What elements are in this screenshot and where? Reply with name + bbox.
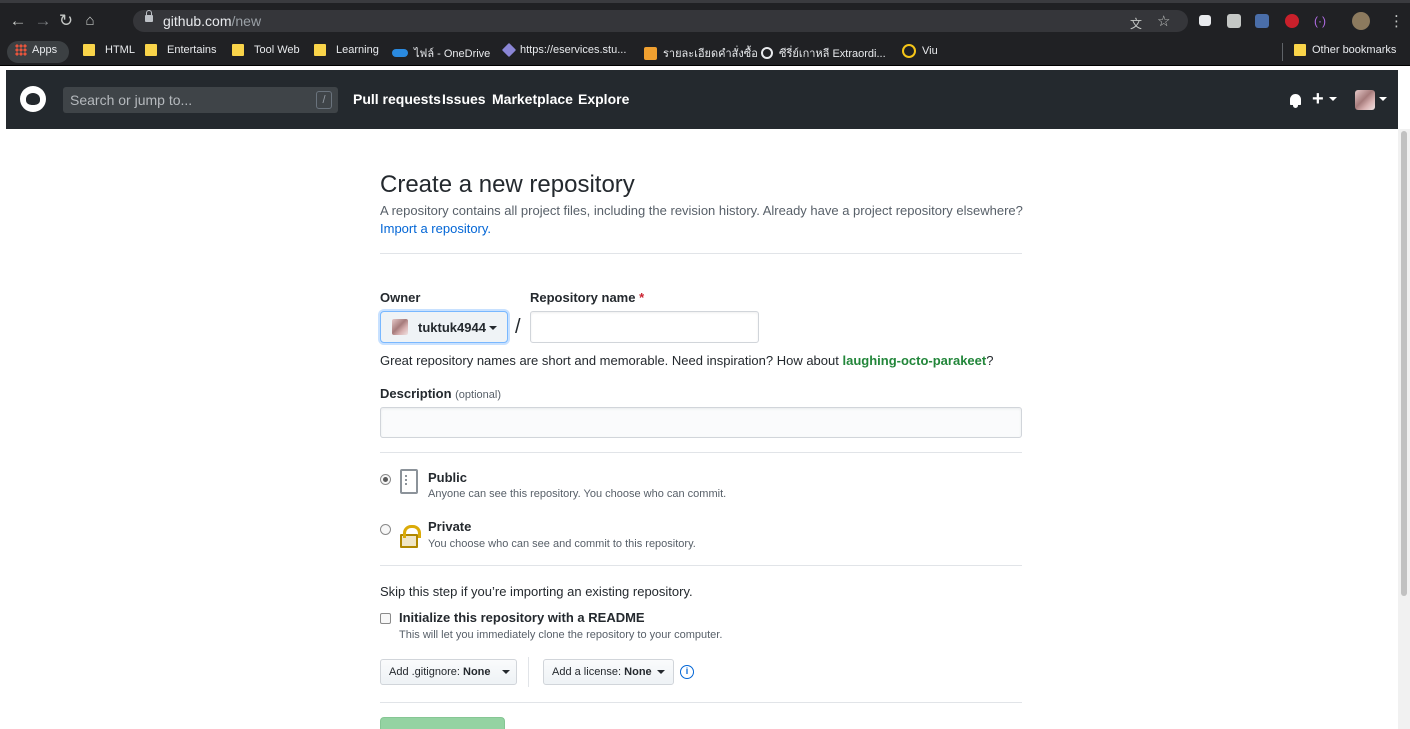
bookmark-entertains[interactable]: Entertains (145, 44, 217, 56)
info-icon[interactable]: i (680, 665, 694, 679)
divider (380, 702, 1022, 703)
menu-icon[interactable]: ⋮ (1389, 12, 1404, 30)
diamond-icon (501, 42, 517, 58)
shop-icon (644, 46, 657, 60)
facebook-extension-icon[interactable] (1255, 14, 1269, 28)
description-input[interactable] (380, 407, 1022, 438)
forward-icon[interactable]: → (33, 12, 53, 30)
divider (380, 565, 1022, 566)
chevron-down-icon (489, 326, 497, 330)
search-placeholder: Search or jump to... (70, 92, 193, 108)
scrollbar-thumb[interactable] (1401, 131, 1407, 596)
bookmark-onedrive[interactable]: ไฟล์ - OneDrive (392, 44, 490, 62)
github-logo-icon[interactable] (20, 86, 46, 112)
translate-icon[interactable]: 文 (1130, 15, 1142, 32)
bookmark-html[interactable]: HTML (83, 44, 135, 56)
bookmark-order-details[interactable]: รายละเอียดคำสั่งซื้อ (644, 44, 758, 62)
bookmark-learning[interactable]: Learning (314, 44, 379, 56)
browser-toolbar: ← → ↻ ⌂ github.com/new 文 ☆ (·) ⋮ (0, 0, 1410, 38)
description-label: Description (optional) (380, 386, 501, 401)
github-header: Search or jump to... / Pull requests Iss… (6, 70, 1398, 129)
url-text: github.com/new (163, 13, 262, 29)
public-option-title[interactable]: Public (428, 470, 467, 485)
private-option-title[interactable]: Private (428, 519, 471, 534)
cloud-icon (392, 49, 408, 57)
name-suggestion-hint: Great repository names are short and mem… (380, 353, 994, 368)
folder-icon (232, 44, 244, 56)
avatar[interactable] (1355, 90, 1375, 110)
bookmark-korean-series[interactable]: ซีรี่ย์เกาหลี Extraordi... (761, 44, 886, 62)
create-repository-button[interactable] (380, 717, 505, 729)
nav-explore[interactable]: Explore (578, 91, 629, 107)
scrollbar[interactable] (1398, 129, 1410, 729)
repository-name-input[interactable] (530, 311, 759, 343)
suggested-name-link[interactable]: laughing-octo-parakeet (842, 353, 986, 368)
bookmark-tool-web[interactable]: Tool Web (232, 44, 300, 56)
owner-select[interactable]: tuktuk4944 (380, 311, 508, 343)
chevron-down-icon[interactable] (1329, 97, 1337, 101)
chevron-down-icon (657, 670, 665, 674)
plus-icon[interactable]: + (1312, 88, 1324, 111)
readme-label[interactable]: Initialize this repository with a README (399, 610, 645, 625)
apps-icon (15, 44, 27, 56)
bell-icon[interactable] (1290, 94, 1301, 108)
folder-icon (1294, 44, 1306, 56)
readme-checkbox[interactable] (380, 613, 391, 624)
reload-icon[interactable]: ↻ (56, 12, 76, 30)
camera-extension-icon[interactable] (1199, 15, 1211, 26)
bookmark-apps[interactable]: Apps (15, 44, 57, 56)
globe-icon (761, 47, 773, 59)
owner-value: tuktuk4944 (418, 320, 486, 335)
bookmark-viu[interactable]: Viu (902, 44, 938, 58)
home-icon[interactable]: ⌂ (80, 12, 100, 30)
slash-shortcut-key: / (316, 91, 332, 109)
lock-icon (400, 525, 421, 548)
license-select[interactable]: Add a license: None (543, 659, 674, 685)
adblock-extension-icon[interactable] (1285, 14, 1299, 28)
folder-icon (314, 44, 326, 56)
avatar (392, 319, 408, 335)
chevron-down-icon[interactable] (1379, 97, 1387, 101)
private-radio[interactable] (380, 524, 391, 535)
repo-name-label: Repository name * (530, 290, 645, 305)
chevron-down-icon (502, 670, 510, 674)
folder-icon (145, 44, 157, 56)
nav-issues[interactable]: Issues (442, 91, 486, 107)
skip-step-note: Skip this step if you’re importing an ex… (380, 584, 693, 599)
private-option-note: You choose who can see and commit to thi… (428, 538, 696, 550)
page-description: A repository contains all project files,… (380, 203, 1023, 236)
back-icon[interactable]: ← (8, 12, 28, 30)
nav-pull-requests[interactable]: Pull requests (353, 91, 441, 107)
bookmarks-bar: Apps HTML Entertains Tool Web Learning ไ… (0, 38, 1410, 66)
readme-note: This will let you immediately clone the … (399, 629, 723, 641)
public-option-note: Anyone can see this repository. You choo… (428, 488, 727, 500)
folder-icon (83, 44, 95, 56)
divider (380, 452, 1022, 453)
search-input[interactable]: Search or jump to... / (63, 87, 338, 113)
bookmark-other[interactable]: Other bookmarks (1294, 44, 1396, 56)
chat-extension-icon[interactable] (1227, 14, 1241, 28)
gitignore-select[interactable]: Add .gitignore: None (380, 659, 517, 685)
divider (380, 253, 1022, 254)
viu-icon (902, 44, 916, 58)
repo-icon (400, 469, 418, 494)
owner-repo-separator: / (515, 316, 521, 338)
nav-marketplace[interactable]: Marketplace (492, 91, 573, 107)
bookmarks-divider (1282, 43, 1283, 61)
divider (528, 657, 529, 687)
bookmark-eservices[interactable]: https://eservices.stu... (501, 42, 626, 58)
address-bar[interactable]: github.com/new (133, 10, 1188, 32)
profile-avatar-icon[interactable] (1352, 12, 1370, 30)
lock-icon (145, 10, 153, 22)
page-title: Create a new repository (380, 171, 635, 198)
import-repository-link[interactable]: Import a repository. (380, 221, 491, 236)
media-extension-icon[interactable]: (·) (1314, 14, 1326, 28)
owner-label: Owner (380, 290, 421, 305)
star-icon[interactable]: ☆ (1157, 12, 1170, 30)
public-radio[interactable] (380, 474, 391, 485)
